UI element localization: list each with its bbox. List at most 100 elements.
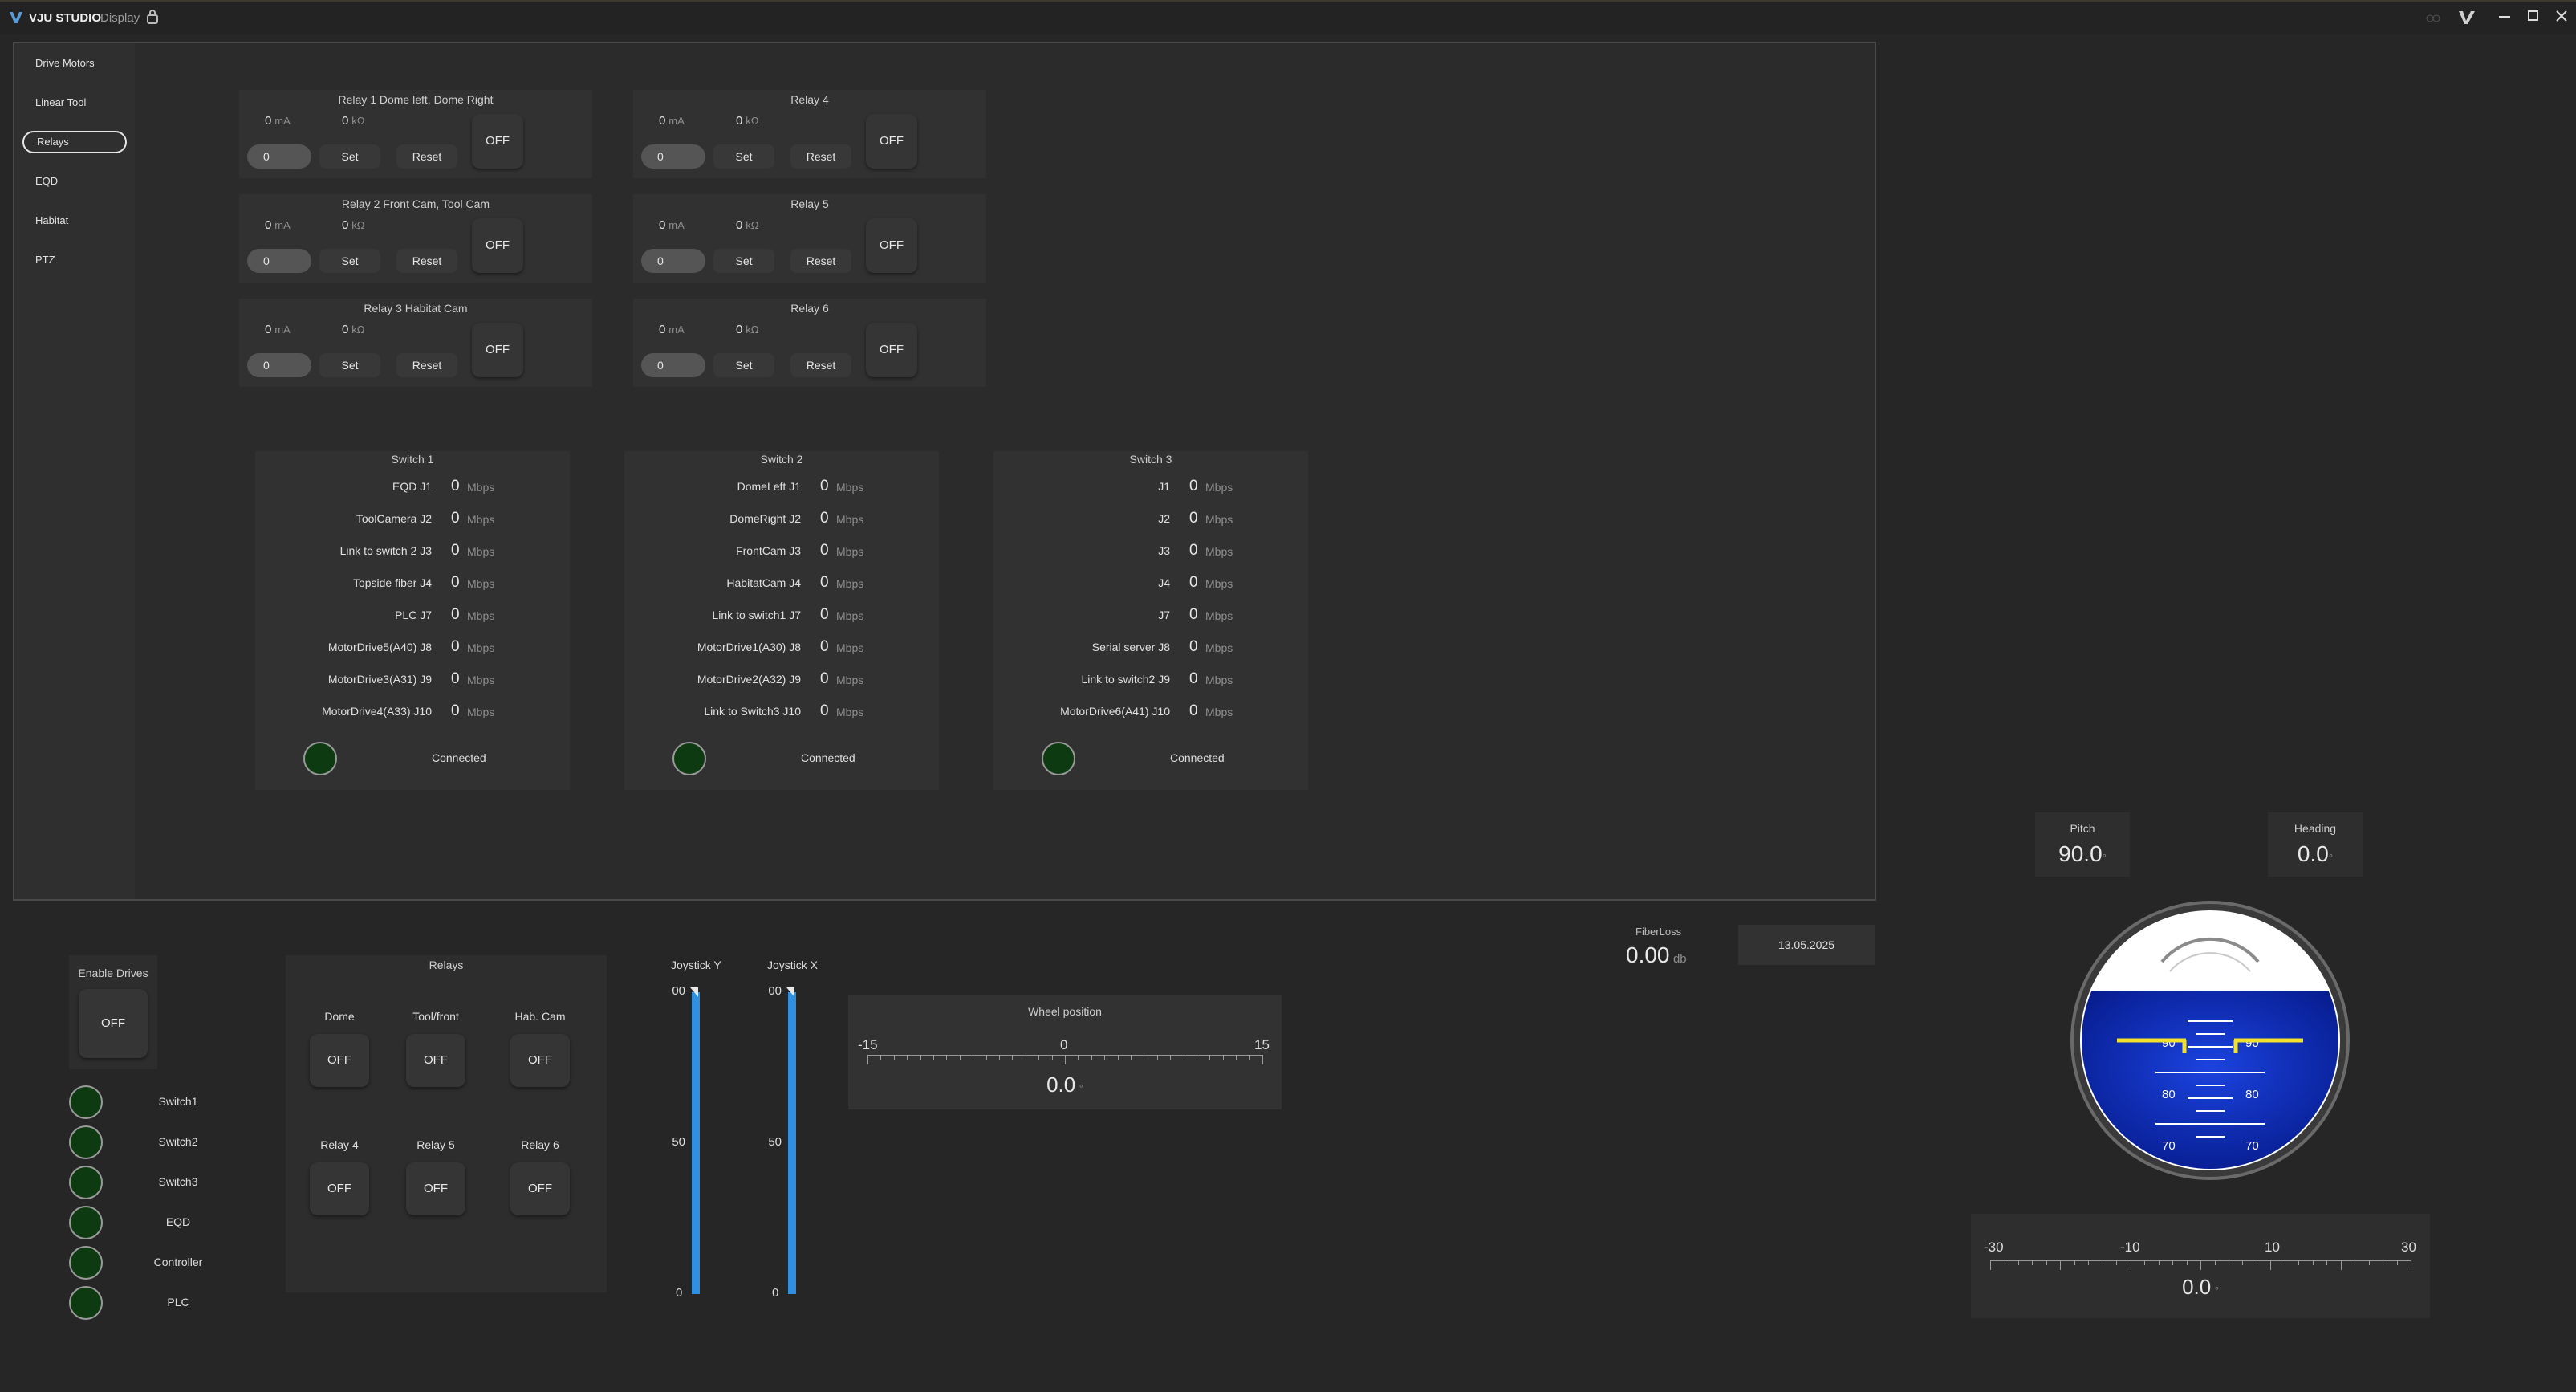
date-display: 13.05.2025 [1738,925,1875,965]
relay-setpoint-input[interactable]: 0 [641,249,705,273]
scale-tick [880,1055,882,1060]
relay-set-button[interactable]: Set [319,353,380,377]
switch-port-name: ToolCamera J2 [356,512,432,525]
relay-reset-button[interactable]: Reset [396,144,457,169]
pitch-readout: 90.0° [2035,841,2130,867]
switch-port-value: 0 [1189,702,1198,719]
sidebar-item-linear-tool[interactable]: Linear Tool [22,92,127,114]
scale-tick [1078,1055,1079,1060]
relay-current-unit: mA [274,324,291,336]
relay-current: 0 mA [659,218,685,232]
relay-toggle-button[interactable]: OFF [866,218,917,273]
scale-tick [2186,1260,2188,1265]
sidebar-item-relays[interactable]: Relays [22,131,127,153]
scale-tick [999,1055,1000,1060]
wheel-scale-min: -15 [858,1037,878,1052]
switch-port-unit: Mbps [836,609,864,622]
relay-current-value: 0 [265,114,272,128]
relay-set-button[interactable]: Set [713,144,774,169]
switch-port-value: 0 [820,574,829,591]
joystick-bar-fill [692,992,700,1294]
scale-tick [1051,1055,1053,1060]
switch-port-value: 0 [820,478,829,495]
relay-quick-toggle[interactable]: OFF [310,1162,369,1215]
switch-panel: Switch 1 EQD J1 0 Mbps ToolCamera J2 0 Mbps Lin… [255,451,570,790]
relay-quick-toggle[interactable]: OFF [406,1162,465,1215]
joystick-handle[interactable] [786,987,794,997]
relay-toggle-button[interactable]: OFF [472,114,523,169]
relay-setpoint-input[interactable]: 0 [641,144,705,169]
switch-port-value: 0 [1189,670,1198,687]
sidebar-item-drive-motors[interactable]: Drive Motors [22,52,127,75]
scale-tick [1012,1055,1014,1060]
relay-reset-button[interactable]: Reset [396,249,457,273]
relay-reset-button[interactable]: Reset [790,353,851,377]
minimize-button[interactable] [2499,16,2510,18]
relay-toggle-button[interactable]: OFF [472,218,523,273]
scale-tick [2158,1260,2160,1265]
switch-port-value: 0 [1189,606,1198,623]
enable-drives-panel: Enable Drives OFF [69,955,157,1069]
relay-setpoint-input[interactable]: 0 [641,353,705,377]
switch-port-unit: Mbps [836,545,864,558]
joystick-handle[interactable] [690,987,698,997]
sidebar-item-ptz[interactable]: PTZ [22,249,127,271]
lock-icon[interactable] [146,9,159,25]
relay-resistance: 0 kΩ [342,323,364,336]
heading-label: Heading [2294,822,2337,835]
sidebar-item-habitat[interactable]: Habitat [22,210,127,232]
switch-port-unit: Mbps [1205,513,1233,526]
fiber-loss-value: 0.00 [1626,942,1670,967]
relay-setpoint-input[interactable]: 0 [247,353,311,377]
fiber-loss-unit: db [1672,952,1687,966]
scale-tick [1131,1055,1132,1060]
relay-quick-toggle[interactable]: OFF [510,1034,570,1087]
enable-drives-toggle[interactable]: OFF [79,989,148,1058]
joystick-top-label: 00 [672,984,685,998]
relay-current-value: 0 [659,218,666,232]
scale-tick [933,1055,934,1060]
relay-reset-button[interactable]: Reset [790,144,851,169]
relay-toggle-button[interactable]: OFF [866,323,917,377]
relay-quick-toggle[interactable]: OFF [310,1034,369,1087]
relay-quick-toggle[interactable]: OFF [510,1162,570,1215]
relay-toggle-button[interactable]: OFF [866,114,917,169]
close-button[interactable] [2555,10,2568,22]
switch-port-value: 0 [451,574,460,591]
relay-resistance-unit: kΩ [351,115,365,127]
switch-port-unit: Mbps [836,481,864,494]
relay-set-button[interactable]: Set [713,249,774,273]
roll-tick-label-1: -10 [2120,1239,2140,1255]
scale-tick [2046,1260,2047,1265]
relay-set-button[interactable]: Set [319,144,380,169]
status-led-label: PLC [167,1296,189,1309]
relay-set-button[interactable]: Set [713,353,774,377]
relay-resistance: 0 kΩ [342,114,364,128]
relay-toggle-button[interactable]: OFF [472,323,523,377]
scale-tick [2116,1260,2118,1265]
relay-reset-button[interactable]: Reset [396,353,457,377]
roll-tick-label-3: 30 [2401,1239,2416,1255]
switch-panel-title: Switch 3 [1129,453,1172,466]
relay-reset-button[interactable]: Reset [790,249,851,273]
maximize-button[interactable] [2528,10,2538,21]
joystick-label: Joystick Y [671,959,721,971]
switch-port-value: 0 [1189,478,1198,495]
relay-setpoint-input[interactable]: 0 [247,144,311,169]
heading-value: 0.0 [2297,841,2329,866]
roll-scale [1990,1260,2411,1270]
switch-port-unit: Mbps [467,706,495,718]
relay-setpoint-input[interactable]: 0 [247,249,311,273]
scale-tick [1990,1260,1991,1270]
switch-port-name: Topside fiber J4 [352,576,432,589]
switch-port-value: 0 [451,542,460,559]
fiber-loss-readout: 0.00 db [1626,942,1687,968]
relay-set-button[interactable]: Set [319,249,380,273]
sidebar-item-eqd[interactable]: EQD [22,170,127,193]
switch-port-name: Link to switch 2 J3 [339,544,432,557]
switch-status-label: Connected [801,751,855,764]
switch-status-led [303,742,337,775]
scale-tick [2326,1260,2328,1265]
scale-tick [1104,1055,1106,1060]
relay-quick-toggle[interactable]: OFF [406,1034,465,1087]
